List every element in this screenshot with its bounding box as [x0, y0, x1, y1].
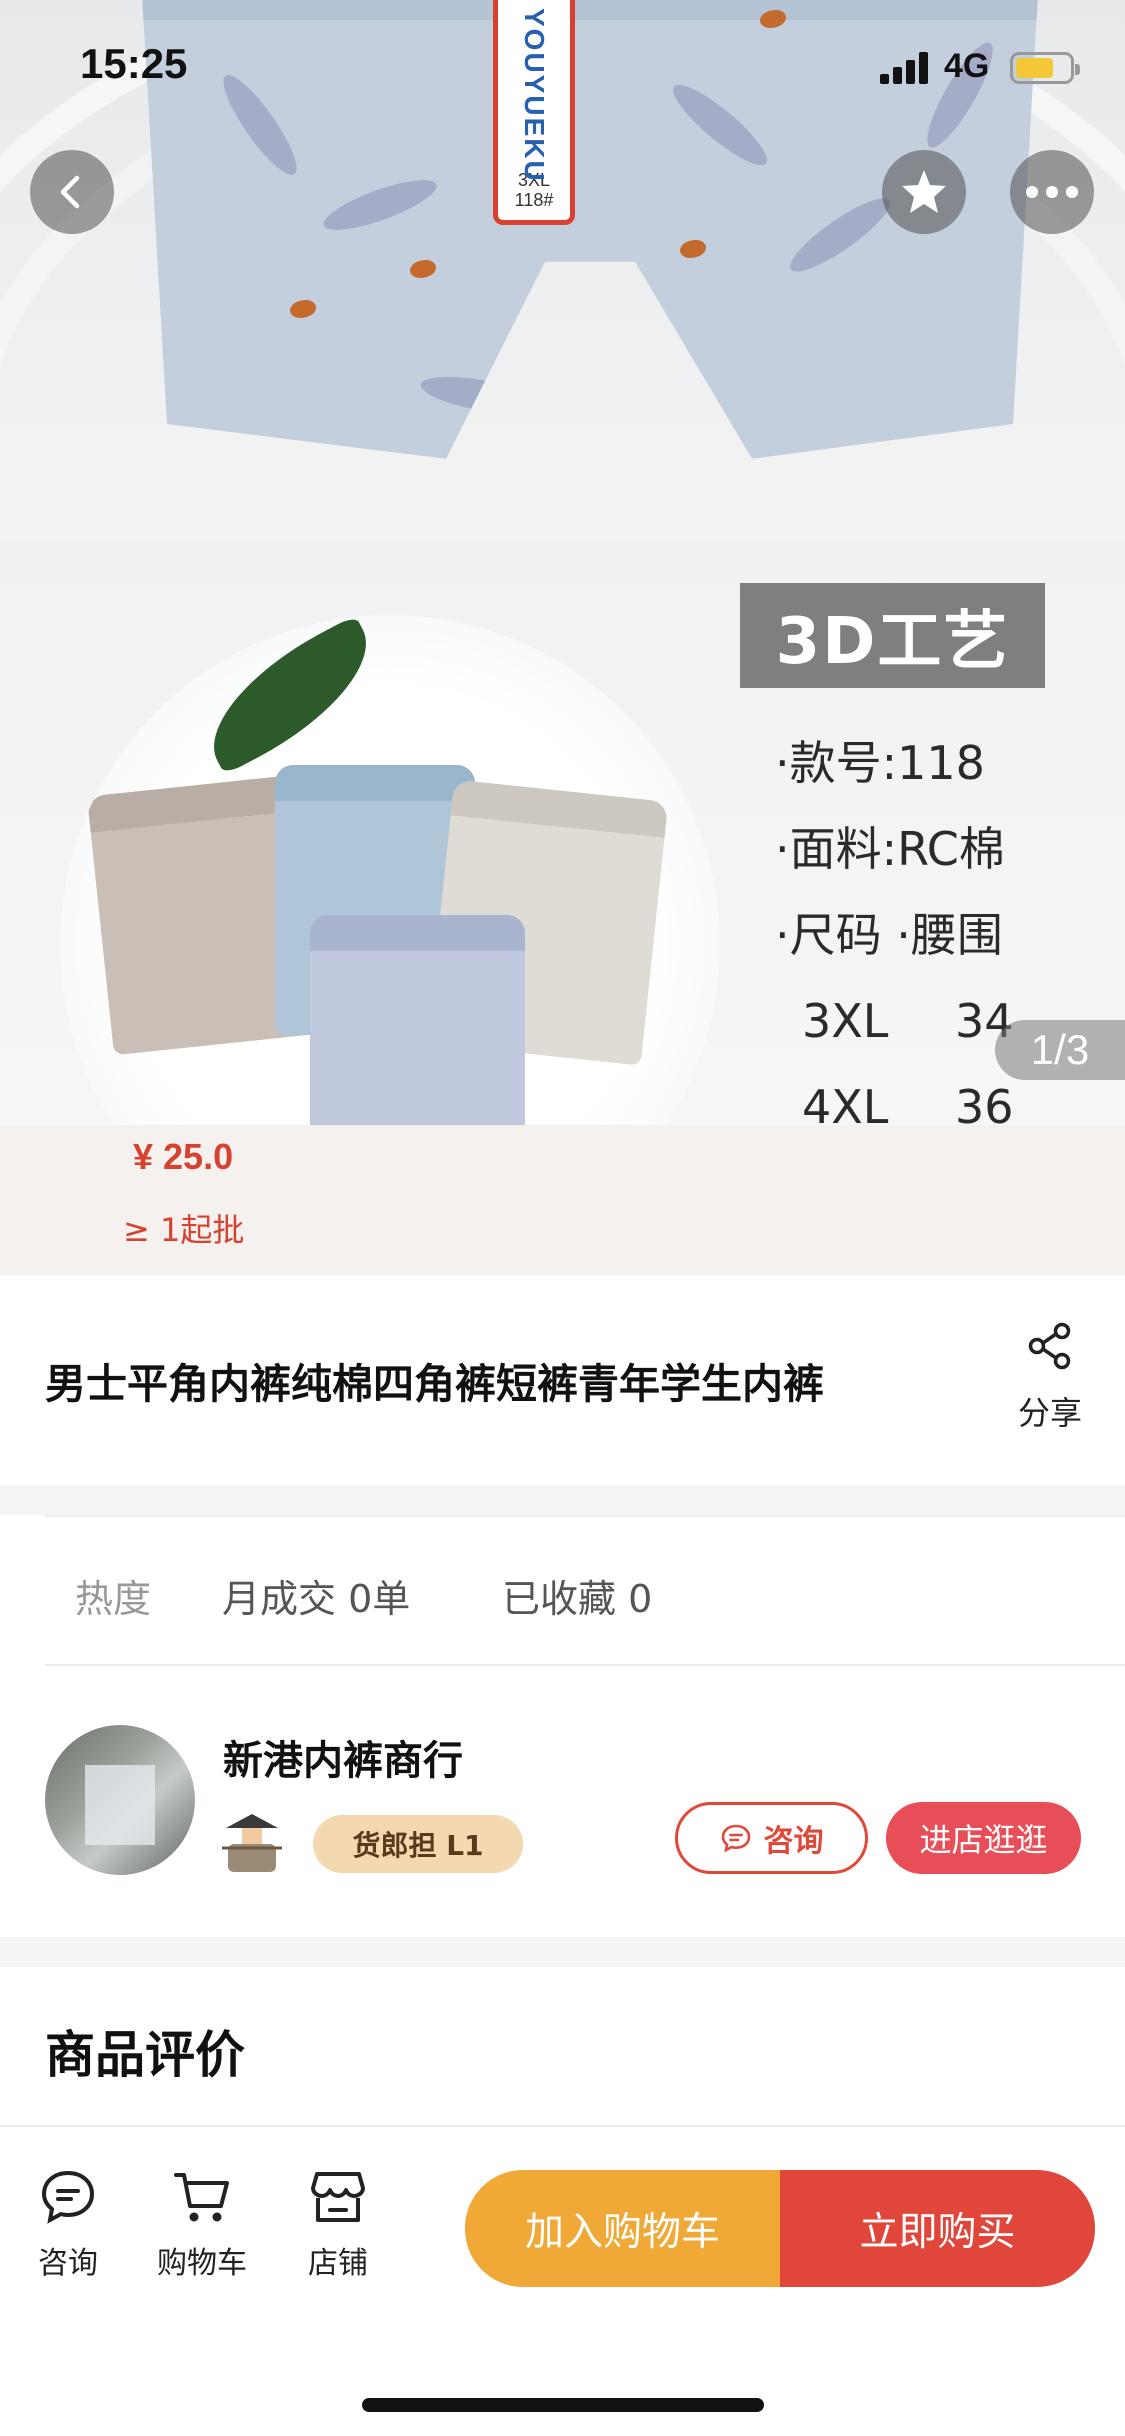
tab-cart[interactable]: 购物车	[142, 2168, 262, 2282]
store-icon	[311, 2172, 365, 2222]
buy-now-button[interactable]: 立即购买	[780, 2170, 1095, 2287]
vendor-avatar-icon	[222, 1814, 282, 1872]
feather-print	[782, 188, 898, 282]
tab-consult[interactable]: 咨询	[8, 2168, 128, 2282]
consult-button[interactable]: 咨询	[675, 1802, 868, 1874]
product-price: ¥ 25.0	[133, 1136, 234, 1177]
add-to-cart-button[interactable]: 加入购物车	[465, 2170, 780, 2287]
bird-print	[290, 300, 316, 318]
more-button[interactable]	[1010, 150, 1094, 234]
chat-bubble-icon	[41, 2170, 95, 2224]
image-counter: 1/3	[995, 1020, 1125, 1080]
signal-icon	[880, 52, 932, 84]
shop-name[interactable]: 新港内裤商行	[223, 1728, 463, 1786]
product-stats: 热度 月成交 0单 已收藏 0	[0, 1540, 1125, 1640]
home-indicator[interactable]	[362, 2398, 764, 2412]
waist-value: 36	[955, 1080, 1014, 1125]
share-button[interactable]: 分享	[1000, 1322, 1100, 1462]
section-gap	[0, 1485, 1125, 1515]
tab-label: 店铺	[308, 2246, 368, 2281]
share-icon	[1028, 1322, 1071, 1370]
size-value: 4XL	[802, 1080, 889, 1125]
network-type: 4G	[944, 47, 990, 85]
product-title: 男士平角内裤纯棉四角裤短裤青年学生内裤	[45, 1360, 824, 1408]
star-icon	[902, 170, 946, 213]
chat-bubble-icon	[721, 1824, 750, 1853]
tag-code: 118#	[514, 190, 554, 210]
feather-print	[318, 170, 442, 240]
craft-label: 3D工艺	[740, 583, 1045, 688]
back-button[interactable]	[30, 150, 114, 234]
bird-print	[410, 260, 436, 278]
folded-boxer-lavender	[310, 915, 525, 1125]
consult-label: 咨询	[763, 1824, 824, 1859]
reviews-heading: 商品评价	[45, 2026, 245, 2084]
stat-favorites: 已收藏 0	[502, 1577, 653, 1621]
enter-store-button[interactable]: 进店逛逛	[886, 1802, 1081, 1874]
status-bar: 15:25 4G	[0, 0, 1125, 130]
divider	[45, 1515, 1125, 1517]
share-label: 分享	[1017, 1394, 1082, 1432]
divider	[0, 2125, 1125, 2127]
bird-print	[680, 240, 706, 258]
tab-label: 咨询	[38, 2246, 98, 2281]
status-time: 15:25	[80, 40, 188, 87]
chevron-left-icon	[60, 175, 80, 209]
shop-avatar[interactable]	[45, 1725, 195, 1875]
favorite-button[interactable]	[882, 150, 966, 234]
battery-icon	[1010, 52, 1080, 84]
minimum-batch: ≥ 1起批	[123, 1211, 245, 1249]
cart-icon	[174, 2173, 229, 2222]
spec-fabric: ·面料:RC棉	[775, 822, 1005, 876]
more-dots-icon	[1026, 186, 1078, 198]
size-value: 3XL	[802, 994, 889, 1048]
product-detail-page: YOUYUEKU 3XL 118# 3D工艺 ·款号:118 ·面料:RC棉 ·…	[0, 0, 1125, 2436]
spec-style: ·款号:118	[775, 736, 985, 790]
stat-monthly-sales: 月成交 0单	[222, 1577, 411, 1621]
divider	[45, 1664, 1125, 1666]
spec-size-header: ·尺码 ·腰围	[775, 908, 1003, 962]
seller-level-badge: 货郎担 L1	[313, 1815, 523, 1873]
section-gap	[0, 1937, 1125, 1967]
stat-hot: 热度	[75, 1577, 152, 1621]
tab-label: 购物车	[157, 2246, 247, 2281]
tab-store[interactable]: 店铺	[278, 2168, 398, 2282]
